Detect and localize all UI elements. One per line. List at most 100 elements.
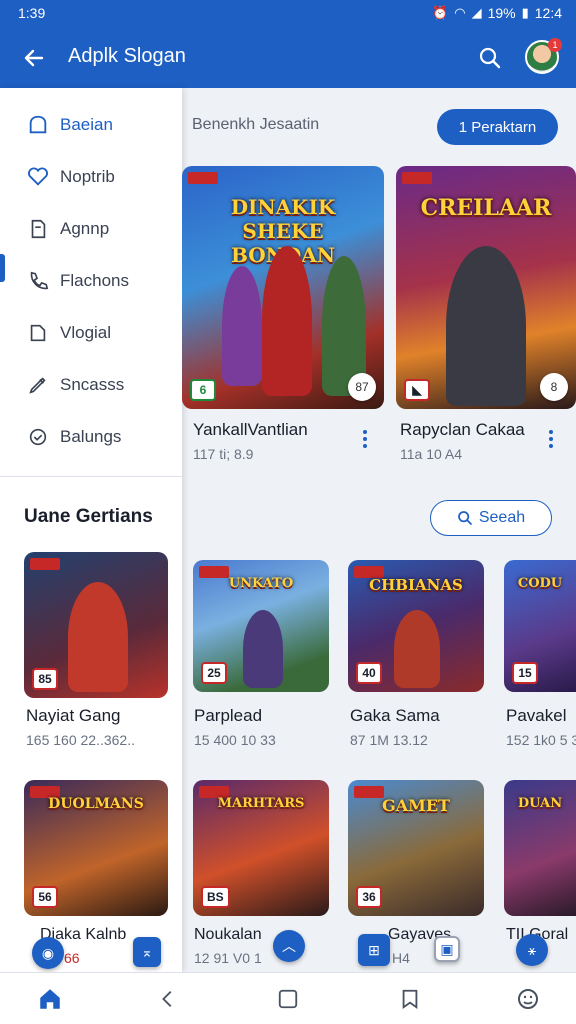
art-corner-tag [30,558,60,570]
drawer-item-label: Sncasss [60,375,125,394]
game-rating-badge: 56 [32,886,58,908]
app-title: Adplk Slogan [68,45,186,67]
card-title[interactable]: Parplead [194,706,262,726]
camera-icon: ◉ [41,944,55,961]
art-title: CODU [517,575,563,591]
battery-icon: ▮ [521,5,529,20]
featured-card-1-art[interactable]: DINAKIK SHEKE BONDAN 6 87 [182,166,384,409]
drawer-item-vlogial[interactable]: Vlogial [0,310,182,356]
section-title: Uane Gertians [24,506,153,527]
battery-percent: 19% [487,5,516,21]
drawer-item-sncasss[interactable]: Sncasss [0,362,182,408]
art-title: DUAN [517,796,563,812]
art-figure [394,610,440,688]
status-clock-right: 12:4 [534,5,562,21]
game-rating-badge: 36 [356,886,382,908]
bookmark-icon [402,989,418,1010]
drawer-item-flachons[interactable]: Flachons [0,258,182,304]
game-rating-badge: 25 [201,662,227,684]
drawer-item-label: Baeian [60,115,113,134]
primary-action-button[interactable]: 1 Peraktarn [437,109,558,145]
nav-profile-button[interactable] [512,983,544,1015]
share-alt-icon: ⚹ [527,941,537,958]
search-outline-label: Seeah [478,509,526,526]
art-title: UNKATO [228,575,294,591]
signal-icon: ◢ [471,5,482,20]
home-icon [40,989,60,1009]
card-meta: 165 160 22..362.. [26,732,135,748]
card-title[interactable]: YankallVantlian [193,420,308,440]
grid-card-2-art[interactable]: UNKATO 25 [193,560,329,692]
card-meta: H4 [392,950,410,966]
game-rating-badge: 85 [32,668,58,690]
filter-icon: ⌅ [141,943,153,960]
search-outline-button[interactable]: Seeah [430,500,552,536]
search-button[interactable] [470,38,510,78]
grid-card-1-art[interactable]: 85 [24,552,168,698]
drawer-item-label: Agnnp [60,219,110,238]
art-figure [262,246,312,396]
grid-card-7-art[interactable]: GAMET 36 [348,780,484,916]
gallery-button[interactable]: ▣ [434,936,460,962]
alarm-icon: ⏰ [432,5,449,20]
card-title[interactable]: Noukalan [194,926,262,944]
drawer-item-label: Flachons [60,271,129,290]
back-chevron-icon [162,991,172,1007]
drawer-item-label: Vlogial [60,323,112,342]
card-meta: 87 1M 13.12 [350,732,428,748]
scroll-up-button[interactable]: ︿ [273,930,305,962]
share-icon[interactable]: 8 [540,373,568,401]
grid-card-5-art[interactable]: DUOLMANS 56 [24,780,168,916]
drawer-item-balungs[interactable]: Balungs [0,414,182,460]
game-rating-badge: ◣ [404,379,430,401]
share-icon[interactable]: 87 [348,373,376,401]
featured-card-2-art[interactable]: CREILAAR ◣ 8 [396,166,576,409]
status-icons: ⏰ ◠ ◢ 19% ▮ 12:4 [432,5,562,21]
card-meta: 66 [64,950,80,966]
share-button[interactable]: ⚹ [516,934,548,966]
art-corner-tag [188,172,218,184]
nav-back-button[interactable] [152,983,184,1015]
nav-bookmark-button[interactable] [394,983,426,1015]
grid-button[interactable]: ⊞ [358,934,390,966]
bottom-navigation [0,972,576,1024]
emoji-icon [518,989,538,1009]
status-time: 1:39 [18,5,46,21]
camera-button[interactable]: ◉ [32,937,64,969]
more-options-button[interactable] [355,425,375,453]
nav-home-button[interactable] [34,983,66,1015]
pen-icon [26,373,50,397]
content-heading: Benenkh Jesaatin [192,116,320,133]
drawer-item-baeian[interactable]: Baeian [0,102,182,148]
card-title[interactable]: Nayiat Gang [26,706,121,726]
search-icon [457,511,472,525]
art-title: CREILAAR [420,195,552,222]
grid-card-6-art[interactable]: MARHTARS BS [193,780,329,916]
card-meta: 117 ti; 8.9 [193,446,254,462]
grid-card-8-art[interactable]: DUAN [504,780,576,916]
square-icon [278,989,298,1009]
game-rating-badge: 6 [190,379,216,401]
grid-icon: ⊞ [368,941,380,958]
filter-button[interactable]: ⌅ [133,937,161,967]
more-options-button[interactable] [541,425,561,453]
chevron-up-icon: ︿ [282,938,296,954]
art-figure [446,246,526,406]
card-title[interactable]: Rapyclan Cakaa [400,420,525,440]
card-title[interactable]: Gaka Sama [350,706,440,726]
nav-overview-button[interactable] [272,983,304,1015]
back-button[interactable] [14,38,54,78]
arrow-left-icon [24,49,44,67]
drawer-item-agnnp[interactable]: Agnnp [0,206,182,252]
grid-card-3-art[interactable]: CHBIANAS 40 [348,560,484,692]
drawer-item-noptrib[interactable]: Noptrib [0,154,182,200]
card-meta: 11a 10 A4 [400,446,463,462]
image-icon: ▣ [440,940,454,957]
grid-card-4-art[interactable]: CODU 15 [504,560,576,692]
drawer-item-label: Balungs [60,427,122,446]
card-title[interactable]: Pavakel [506,706,566,726]
search-icon [479,47,501,69]
art-title: GAMET [382,796,450,816]
drawer-divider [0,476,182,477]
shield-check-icon [26,425,50,449]
